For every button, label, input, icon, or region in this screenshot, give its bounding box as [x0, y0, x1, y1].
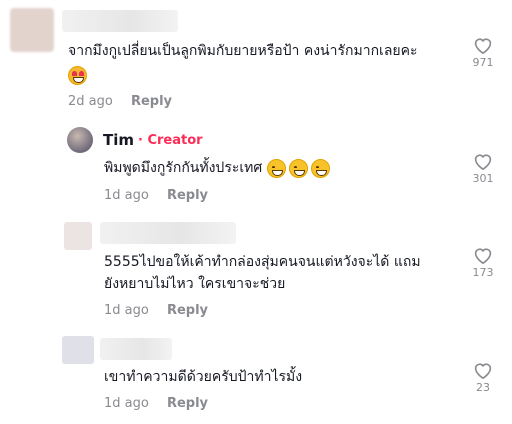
like-count: 971	[472, 56, 494, 69]
like-button[interactable]: 971	[468, 36, 498, 69]
heart-icon	[474, 154, 492, 170]
comment-text: พิมพูดมึงกูรักกันทั้งประเทศ	[104, 157, 333, 179]
avatar[interactable]	[67, 127, 93, 153]
like-count: 23	[476, 381, 490, 394]
badge-label: Creator	[147, 133, 203, 148]
comment-text-body: เขาทำความดีด้วยครับป้าทำไรมั้ง	[104, 369, 303, 385]
comment-meta: 1d ago Reply	[104, 188, 208, 203]
comment-age: 1d ago	[104, 396, 149, 411]
comment-meta: 1d ago Reply	[104, 303, 208, 318]
comment-text: จากมึงกูเปลี่ยนเป็นลูกพิมกับยายหรือป้า ค…	[68, 40, 418, 62]
username-blurred[interactable]	[62, 10, 178, 32]
comment-meta: 2d ago Reply	[68, 94, 172, 109]
avatar[interactable]	[62, 336, 94, 364]
grinning-sweat-icon	[288, 158, 308, 178]
like-count: 301	[472, 172, 494, 185]
username-blurred[interactable]	[100, 338, 172, 360]
like-button[interactable]: 23	[468, 361, 498, 394]
comment-age: 1d ago	[104, 188, 149, 203]
comment-text-body: จากมึงกูเปลี่ยนเป็นลูกพิมกับยายหรือป้า ค…	[68, 43, 418, 59]
comment-age: 1d ago	[104, 303, 149, 318]
smiling-face-with-hearts-icon	[68, 65, 87, 85]
username-blurred[interactable]	[100, 222, 236, 244]
like-button[interactable]: 301	[468, 152, 498, 185]
grinning-sweat-icon	[310, 158, 330, 178]
comment-emoji	[68, 64, 90, 86]
reply-button[interactable]: Reply	[167, 188, 208, 203]
comment-age: 2d ago	[68, 94, 113, 109]
author-name[interactable]: Tim	[103, 131, 134, 149]
comment-text: 5555ไปขอให้เค้าทำกล่องสุ่มคนจนแต่หวังจะไ…	[104, 251, 421, 295]
comment-text-line-2: ยังหยาบไม่ไหว ใครเขาจะช่วย	[104, 276, 286, 292]
comment-meta: 1d ago Reply	[104, 396, 208, 411]
comment-text-body: พิมพูดมึงกูรักกันทั้งประเทศ	[104, 160, 263, 176]
avatar[interactable]	[64, 222, 92, 250]
heart-icon	[474, 38, 492, 54]
comment-text: เขาทำความดีด้วยครับป้าทำไรมั้ง	[104, 366, 302, 388]
heart-icon	[474, 248, 492, 264]
like-button[interactable]: 173	[468, 246, 498, 279]
grinning-sweat-icon	[266, 158, 286, 178]
creator-badge: · Creator	[138, 133, 203, 148]
reply-button[interactable]: Reply	[131, 94, 172, 109]
badge-separator: ·	[138, 133, 143, 148]
reply-button[interactable]: Reply	[167, 396, 208, 411]
comment-text-line-1: 5555ไปขอให้เค้าทำกล่องสุ่มคนจนแต่หวังจะไ…	[104, 254, 421, 270]
reply-button[interactable]: Reply	[167, 303, 208, 318]
avatar[interactable]	[10, 8, 54, 52]
like-count: 173	[472, 266, 494, 279]
heart-icon	[474, 363, 492, 379]
